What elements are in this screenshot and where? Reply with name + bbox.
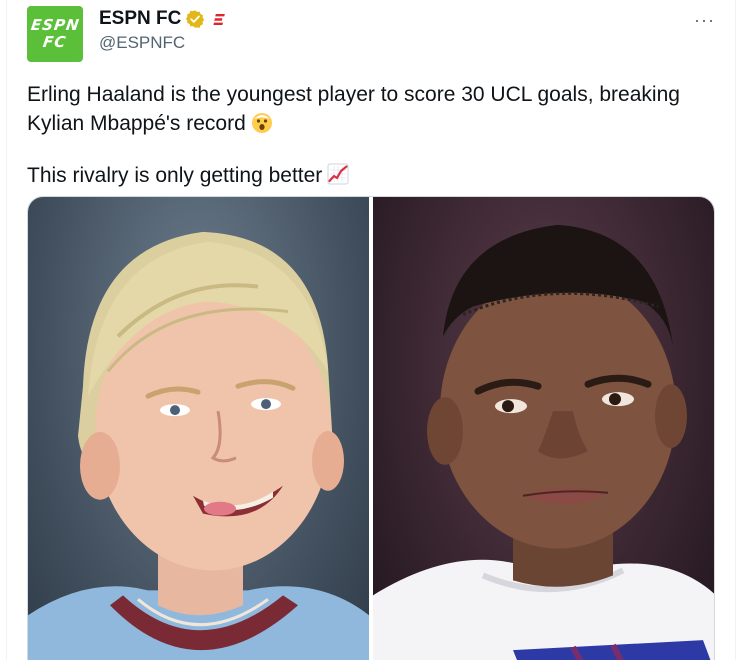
- tweet-media-grid[interactable]: [27, 196, 715, 660]
- chart-increasing-emoji-icon: [327, 163, 349, 185]
- author-name-row: ESPN FC: [99, 8, 226, 30]
- haaland-photo-illustration: [28, 231, 369, 660]
- tweet-paragraph-1-text: Erling Haaland is the youngest player to…: [27, 83, 680, 135]
- avatar[interactable]: ESPN FC: [27, 6, 83, 62]
- mbappe-photo[interactable]: [373, 197, 714, 660]
- author-handle[interactable]: @ESPNFC: [99, 33, 185, 53]
- mbappe-photo-illustration: [373, 224, 714, 660]
- more-options-icon[interactable]: ···: [694, 10, 715, 31]
- haaland-photo[interactable]: [28, 197, 369, 660]
- shocked-face-emoji-icon: [251, 113, 272, 133]
- timeline-border-right: [735, 0, 736, 660]
- avatar-text-line-2: FC: [42, 33, 68, 51]
- verified-badge-icon[interactable]: [185, 9, 205, 29]
- tweet-paragraph-2-text: This rivalry is only getting better: [27, 164, 323, 187]
- tweet-paragraph-2: This rivalry is only getting better: [27, 161, 717, 190]
- tweet-text: Erling Haaland is the youngest player to…: [27, 80, 717, 190]
- tweet-card: ESPN FC ESPN FC @ESPNFC ··· Erling Haala…: [0, 0, 750, 660]
- avatar-text-line-1: ESPN: [29, 16, 81, 34]
- espn-affiliate-icon[interactable]: [213, 13, 226, 26]
- timeline-border-left: [6, 0, 7, 660]
- author-display-name[interactable]: ESPN FC: [99, 8, 181, 30]
- tweet-paragraph-1: Erling Haaland is the youngest player to…: [27, 80, 717, 138]
